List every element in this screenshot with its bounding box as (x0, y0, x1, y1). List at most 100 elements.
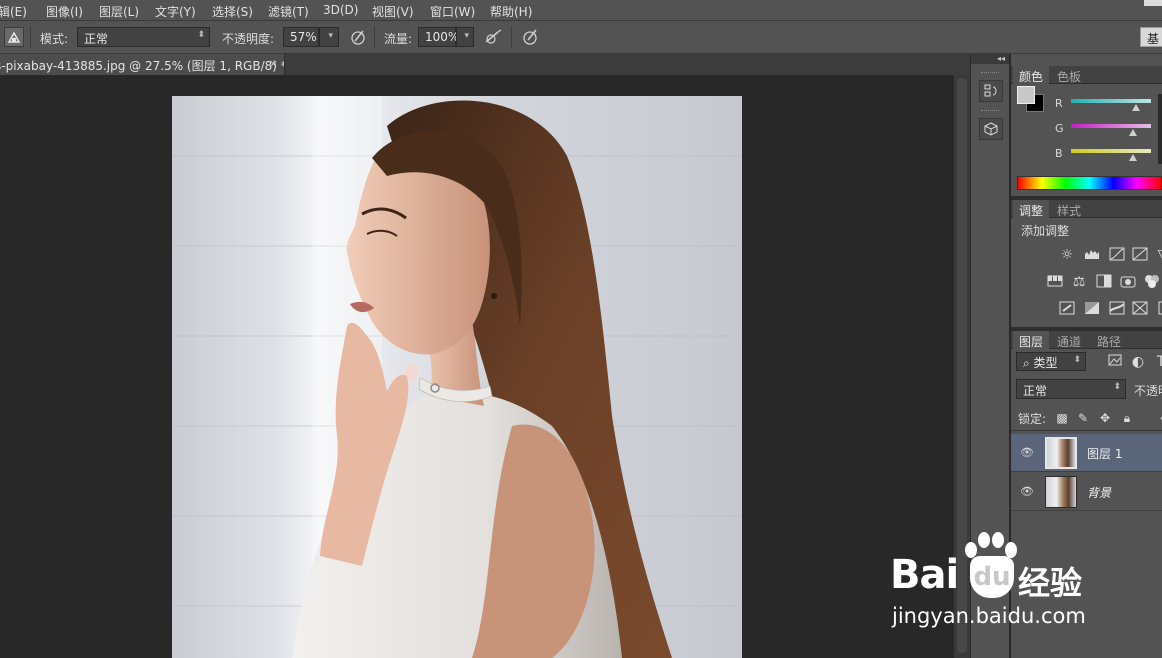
opacity-dropdown-button[interactable]: ▾ (319, 27, 339, 47)
lock-transparent-icon[interactable]: ▩ (1054, 410, 1070, 426)
photo-filter-icon[interactable] (1120, 274, 1136, 290)
threshold-icon[interactable] (1109, 301, 1125, 317)
divider (1011, 430, 1162, 431)
layer-name[interactable]: 图层 1 (1087, 445, 1122, 462)
vibrance-icon[interactable]: ▽ (1155, 247, 1162, 263)
blue-slider-knob[interactable] (1129, 154, 1137, 161)
exposure-icon[interactable] (1132, 247, 1148, 263)
layer-filter-value: 类型 (1033, 356, 1058, 370)
menu-image[interactable]: 图像(I) (46, 3, 83, 20)
canvas-area[interactable] (0, 75, 953, 658)
lock-position-icon[interactable]: ✥ (1097, 410, 1113, 426)
add-adjustment-title: 添加调整 (1021, 224, 1070, 238)
hue-saturation-icon[interactable] (1047, 274, 1063, 290)
layer-row-layer1[interactable]: 👁︎ 图层 1 (1011, 434, 1162, 472)
foreground-color-swatch[interactable] (1017, 86, 1035, 104)
mode-label: 模式: (40, 32, 69, 46)
layer-name[interactable]: 背景 (1087, 484, 1111, 501)
window-control[interactable] (1144, 0, 1162, 6)
layer-thumbnail[interactable] (1045, 476, 1077, 508)
menu-bar: 辑(E) 图像(I) 图层(L) 文字(Y) 选择(S) 滤镜(T) 3D(D)… (0, 0, 1162, 21)
menu-layer[interactable]: 图层(L) (99, 3, 139, 20)
menu-help[interactable]: 帮助(H) (490, 3, 532, 20)
curves-icon[interactable] (1109, 247, 1125, 263)
chevron-down-icon: ▾ (464, 31, 469, 41)
watermark-brand: Bai (890, 552, 959, 598)
document-tab-bar: s-pixabay-413885.jpg @ 27.5% (图层 1, RGB/… (0, 54, 970, 75)
collapse-panels-icon[interactable]: ◂◂ (971, 54, 1009, 64)
tab-paths[interactable]: 路径 (1091, 331, 1127, 349)
tool-preset-icon[interactable] (4, 27, 24, 47)
workspace-label: 基 (1147, 32, 1160, 46)
black-white-icon[interactable] (1096, 274, 1112, 290)
red-slider-track[interactable] (1071, 99, 1151, 103)
grip (981, 72, 999, 74)
lock-image-icon[interactable]: ✎ (1075, 410, 1091, 426)
dropdown-arrows-icon: ⬍ (1073, 355, 1081, 365)
search-icon: ⌕ (1023, 356, 1034, 370)
close-icon[interactable]: × (269, 57, 278, 70)
menu-edit[interactable]: 辑(E) (0, 3, 27, 20)
tab-swatches[interactable]: 色板 (1051, 66, 1087, 84)
tab-color[interactable]: 颜色 (1013, 66, 1050, 84)
filter-type-icon[interactable]: T (1153, 354, 1162, 370)
layer-row-background[interactable]: 👁︎ 背景 (1011, 473, 1162, 511)
document-tab[interactable]: s-pixabay-413885.jpg @ 27.5% (图层 1, RGB/… (0, 54, 285, 75)
tab-channels[interactable]: 通道 (1051, 331, 1087, 349)
mode-value: 正常 (84, 32, 109, 46)
adjustments-panel-tabs: 调整 样式 (1011, 200, 1162, 218)
eye-icon[interactable]: 👁︎ (1020, 446, 1034, 459)
eye-icon[interactable]: 👁︎ (1020, 485, 1034, 498)
menu-filter[interactable]: 滤镜(T) (268, 3, 309, 20)
channel-r-label: R (1055, 97, 1063, 110)
flow-input[interactable]: 100% (418, 27, 460, 47)
brightness-icon[interactable]: ☼ (1059, 247, 1075, 263)
airbrush-icon[interactable] (483, 28, 503, 48)
dropdown-arrows-icon: ⬍ (1113, 382, 1121, 392)
workspace-button[interactable]: 基 (1140, 27, 1162, 47)
color-spectrum-bar[interactable] (1017, 176, 1162, 190)
green-slider-knob[interactable] (1129, 129, 1137, 136)
color-balance-icon[interactable]: ⚖ (1071, 274, 1087, 290)
tab-styles[interactable]: 样式 (1051, 200, 1087, 218)
opacity-value: 57% (290, 30, 317, 44)
mode-dropdown[interactable]: 正常 ⬍ (77, 27, 210, 47)
flow-value: 100% (425, 30, 460, 44)
filter-pixel-icon[interactable] (1107, 354, 1123, 370)
menu-view[interactable]: 视图(V) (372, 3, 414, 20)
3d-icon[interactable] (979, 118, 1003, 140)
invert-icon[interactable] (1059, 301, 1075, 317)
history-icon[interactable] (979, 80, 1003, 102)
document-image[interactable] (172, 96, 742, 658)
menu-window[interactable]: 窗口(W) (430, 3, 475, 20)
menu-3d[interactable]: 3D(D) (323, 3, 358, 17)
levels-icon[interactable] (1084, 247, 1100, 263)
blend-mode-value: 正常 (1023, 384, 1048, 398)
grip (981, 110, 999, 112)
gradient-map-icon[interactable] (1132, 301, 1148, 317)
tab-adjustments[interactable]: 调整 (1013, 200, 1050, 218)
green-slider-track[interactable] (1071, 124, 1151, 128)
selective-color-icon[interactable] (1155, 301, 1162, 317)
opacity-input[interactable]: 57% (283, 27, 319, 47)
filter-adjustment-icon[interactable]: ◐ (1130, 354, 1146, 370)
red-slider-knob[interactable] (1132, 104, 1140, 111)
channel-mixer-icon[interactable] (1144, 274, 1160, 290)
options-bar: 模式: 正常 ⬍ 不透明度: 57% ▾ 流量: 100% ▾ 基 (0, 21, 1162, 54)
separator (511, 26, 512, 48)
pressure-opacity-icon[interactable] (348, 28, 368, 48)
lock-all-icon[interactable]: 🔒︎ (1119, 410, 1135, 426)
layers-panel-tabs: 图层 通道 路径 (1011, 331, 1162, 349)
layer-opacity-label: 不透明 (1134, 384, 1162, 398)
layer-filter-dropdown[interactable]: ⌕ 类型 ⬍ (1016, 352, 1086, 371)
blend-mode-dropdown[interactable]: 正常 ⬍ (1016, 379, 1126, 399)
menu-type[interactable]: 文字(Y) (155, 3, 196, 20)
channel-b-label: B (1055, 147, 1063, 160)
menu-select[interactable]: 选择(S) (212, 3, 253, 20)
posterize-icon[interactable] (1084, 301, 1100, 317)
blue-slider-track[interactable] (1071, 149, 1151, 153)
tab-layers[interactable]: 图层 (1013, 331, 1050, 349)
pressure-size-icon[interactable] (520, 28, 540, 48)
layer-thumbnail[interactable] (1045, 437, 1077, 469)
flow-dropdown-button[interactable]: ▾ (456, 27, 474, 47)
